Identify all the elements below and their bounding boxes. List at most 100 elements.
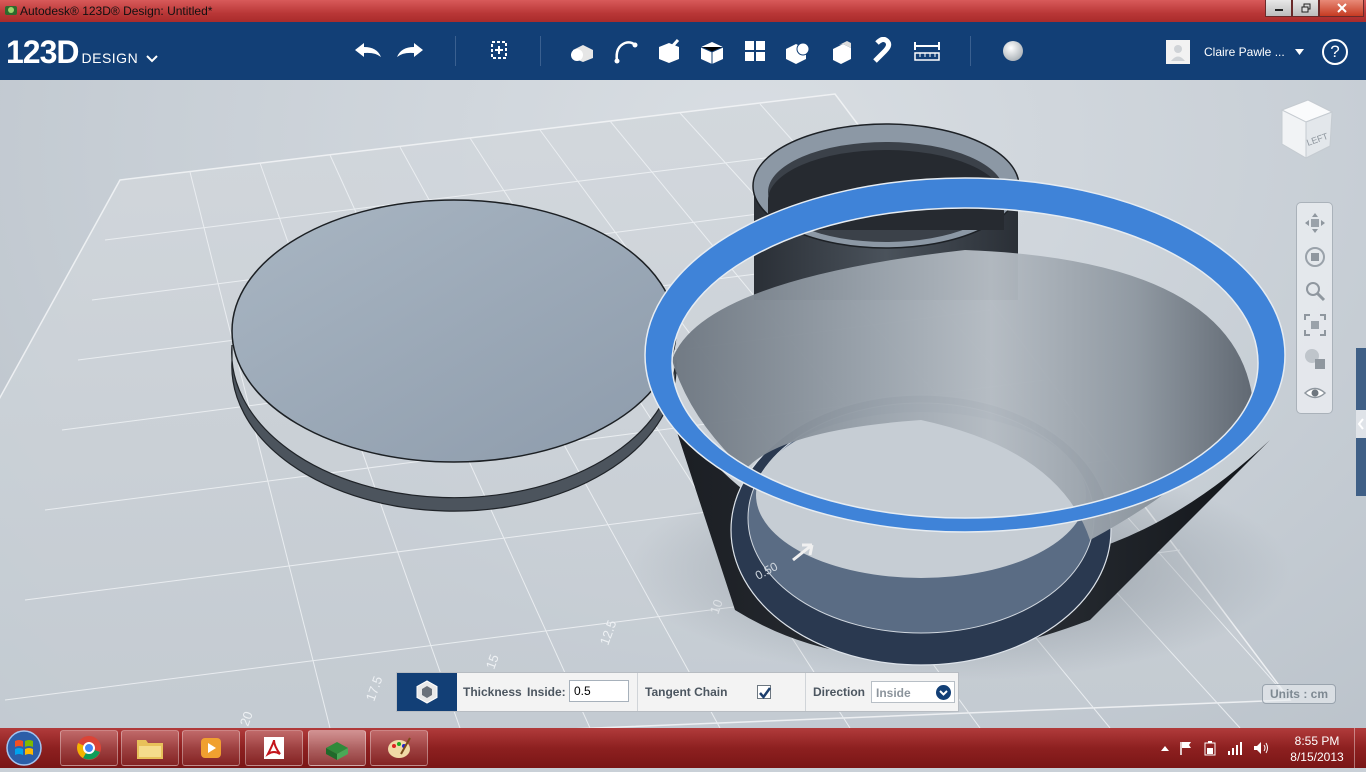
snap-icon (873, 37, 892, 63)
window-controls (1265, 0, 1364, 18)
user-account-menu[interactable]: Claire Pawle ... (1166, 40, 1304, 64)
wifi-signal-icon[interactable] (1226, 740, 1244, 756)
chevron-down-icon (939, 690, 948, 696)
dropdown-button[interactable] (936, 685, 951, 700)
direction-select[interactable]: Inside (871, 681, 955, 703)
undo-icon (355, 43, 381, 57)
chevron-down-icon (146, 55, 158, 63)
window-title: Autodesk® 123D® Design: Untitled* (20, 4, 213, 18)
visibility-button[interactable] (1301, 379, 1329, 407)
direction-label: Direction (813, 685, 866, 699)
acrobat-icon (264, 737, 284, 759)
volume-icon[interactable] (1252, 740, 1270, 756)
orbit-icon (1305, 247, 1325, 267)
clock-date: 8/15/2013 (1290, 750, 1344, 764)
file-explorer-icon (137, 740, 163, 759)
taskbar-paint[interactable] (370, 730, 428, 766)
material-icon (1003, 41, 1023, 61)
navigation-bar (1296, 202, 1333, 414)
show-hidden-icons-icon[interactable] (1160, 744, 1170, 752)
side-panel-toggle[interactable] (1356, 410, 1366, 438)
material-button[interactable] (997, 36, 1029, 66)
windows-logo-icon (6, 730, 42, 766)
pattern-button[interactable] (739, 36, 771, 66)
taskbar-media-player[interactable] (182, 730, 240, 766)
measure-button[interactable] (911, 36, 943, 66)
fit-button[interactable] (1301, 311, 1329, 339)
taskbar-123d-design[interactable] (308, 730, 366, 766)
panel-divider (805, 673, 806, 711)
panel-divider (637, 673, 638, 711)
measure-icon (914, 42, 940, 61)
direction-value: Inside (876, 686, 911, 700)
chevron-left-icon (1357, 418, 1364, 430)
snap-button[interactable] (868, 36, 900, 66)
primitives-button[interactable] (566, 36, 598, 66)
checkmark-icon (759, 687, 772, 700)
start-button[interactable] (4, 729, 44, 767)
app-icon (5, 6, 17, 15)
pattern-icon (745, 41, 765, 61)
clock-time: 8:55 PM (1294, 734, 1340, 748)
action-center-flag-icon[interactable] (1178, 740, 1194, 756)
undo-button[interactable] (351, 36, 383, 66)
sketch-icon (614, 41, 638, 64)
taskbar-acrobat[interactable] (245, 730, 303, 766)
close-button[interactable] (1319, 0, 1364, 17)
pan-icon (1305, 213, 1325, 233)
scene-canvas[interactable]: 25 10 12.5 15 17.5 20 (0, 80, 1366, 728)
viewcube-icon: LEFT (1280, 99, 1334, 159)
main-toolbar: 123D DESIGN Claire Pawle ... ? (0, 22, 1366, 80)
clock[interactable]: 8:55 PM 8/15/2013 (1282, 733, 1352, 765)
toolbar-separator (970, 36, 971, 66)
123d-design-icon (326, 742, 348, 760)
tangent-chain-checkbox[interactable] (757, 685, 772, 700)
thickness-input[interactable] (569, 680, 629, 702)
paint-icon (388, 737, 411, 758)
media-player-icon (201, 738, 221, 758)
viewcube[interactable]: LEFT (1274, 96, 1338, 160)
minimize-button[interactable] (1265, 0, 1292, 17)
modify-icon (700, 42, 724, 64)
pan-button[interactable] (1301, 209, 1329, 237)
avatar (1166, 40, 1190, 64)
app-menu-button[interactable]: 123D DESIGN (6, 34, 158, 71)
view-mode-button[interactable] (1301, 345, 1329, 373)
modify-button[interactable] (696, 36, 728, 66)
show-desktop-button[interactable] (1354, 728, 1366, 768)
caret-down-icon (1295, 49, 1304, 55)
transform-button[interactable] (483, 36, 515, 66)
battery-icon[interactable] (1202, 740, 1218, 756)
system-tray (1160, 738, 1270, 758)
zoom-icon (1306, 282, 1326, 302)
minimize-icon (1274, 9, 1283, 11)
restore-button[interactable] (1292, 0, 1319, 17)
chrome-icon (77, 736, 101, 760)
toolbar-separator (455, 36, 456, 66)
taskbar-chrome[interactable] (60, 730, 118, 766)
fit-icon (1304, 314, 1326, 336)
logo-text: 123D (6, 34, 79, 70)
taskbar-explorer[interactable] (121, 730, 179, 766)
redo-button[interactable] (395, 36, 427, 66)
user-icon (1171, 45, 1185, 61)
windows-taskbar: 8:55 PM 8/15/2013 (0, 728, 1366, 768)
zoom-button[interactable] (1301, 277, 1329, 305)
toolbar-separator (540, 36, 541, 66)
restore-icon (1301, 3, 1310, 13)
visibility-icon (1303, 387, 1327, 399)
units-indicator[interactable]: Units : cm (1262, 684, 1336, 704)
close-icon (1336, 3, 1347, 13)
combine-button[interactable] (825, 36, 857, 66)
construct-button[interactable] (653, 36, 685, 66)
3d-viewport[interactable]: 25 10 12.5 15 17.5 20 (0, 80, 1366, 728)
grouping-button[interactable] (782, 36, 814, 66)
sketch-button[interactable] (610, 36, 642, 66)
combine-icon (833, 41, 851, 64)
logo-subtext: DESIGN (81, 50, 139, 66)
help-button[interactable]: ? (1322, 39, 1348, 65)
orbit-button[interactable] (1301, 243, 1329, 271)
redo-icon (397, 43, 423, 57)
title-bar: Autodesk® 123D® Design: Untitled* (0, 0, 1366, 22)
user-name: Claire Pawle ... (1204, 45, 1285, 59)
